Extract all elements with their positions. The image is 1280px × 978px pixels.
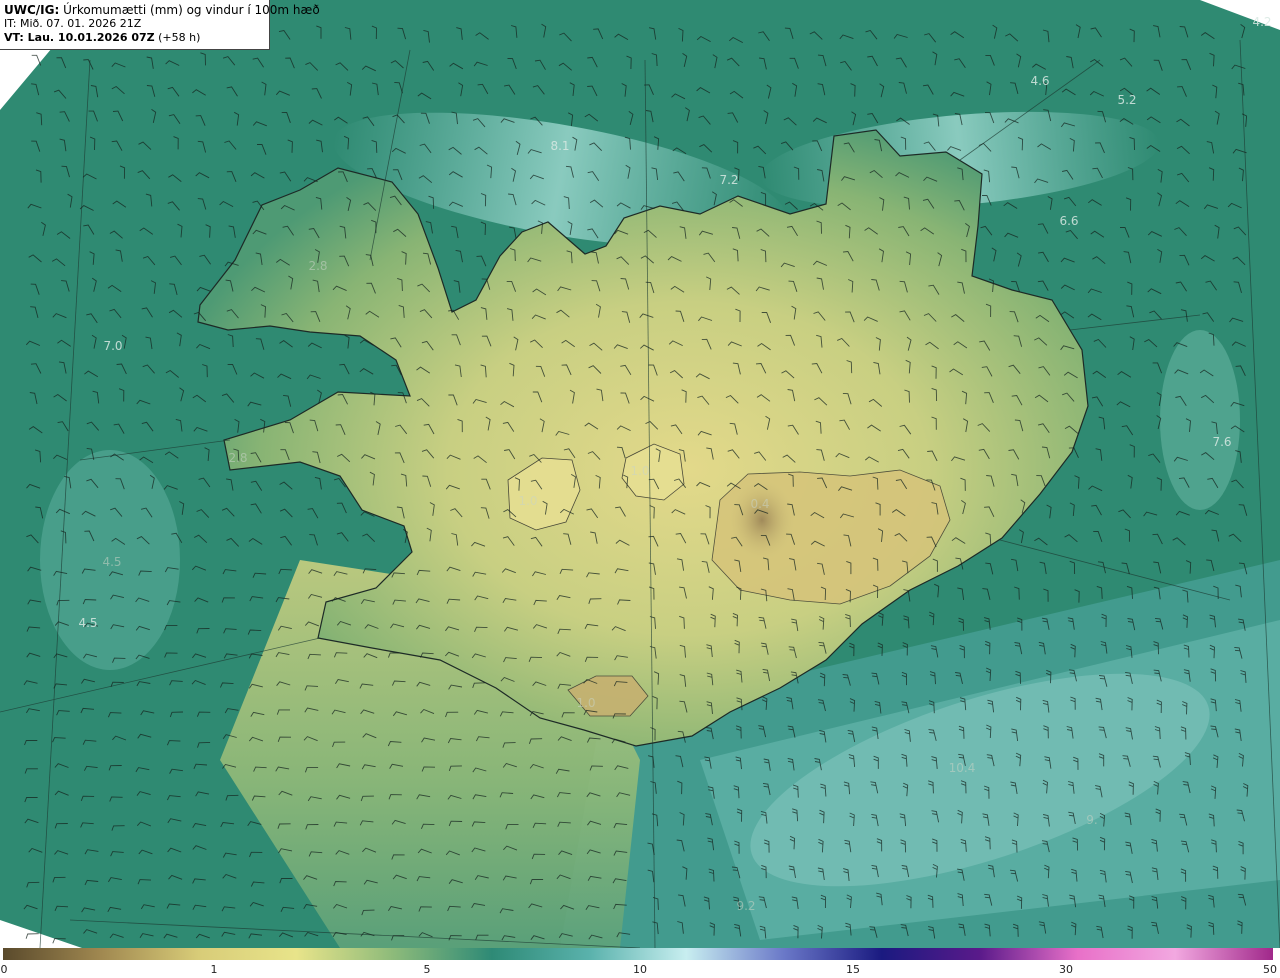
valid-time-line: VT: Lau. 10.01.2026 07Z (+58 h) bbox=[4, 31, 265, 45]
valid-time: VT: Lau. 10.01.2026 07Z bbox=[4, 31, 155, 44]
value-label: 4.5 bbox=[78, 616, 98, 630]
value-label: 2.8 bbox=[308, 259, 328, 273]
value-label: 9. bbox=[1086, 813, 1098, 827]
value-label: 4.6 bbox=[1030, 74, 1050, 88]
value-label: 7.6 bbox=[1212, 435, 1232, 449]
value-label: 1.0 bbox=[518, 494, 538, 508]
title-box: UWC/IG: Úrkomumætti (mm) og vindur í 100… bbox=[0, 0, 320, 50]
colorbar-tick: 1 bbox=[210, 963, 218, 976]
colorbar: 0 1 5 10 15 30 50 bbox=[0, 948, 1280, 978]
value-label: 0.4 bbox=[750, 497, 770, 511]
colorbar-tick: 10 bbox=[633, 963, 647, 976]
lead-time: (+58 h) bbox=[158, 31, 201, 44]
value-label: 1.0 bbox=[630, 464, 650, 478]
colorbar-tick: 15 bbox=[846, 963, 860, 976]
colorbar-tick: 5 bbox=[423, 963, 431, 976]
value-label: 10.4 bbox=[948, 761, 976, 775]
issue-time: IT: Mið. 07. 01. 2026 21Z bbox=[4, 17, 142, 30]
value-label: 1.0 bbox=[576, 696, 596, 710]
field-name: Úrkomumætti (mm) og vindur í 100m hæð bbox=[63, 3, 320, 17]
value-label: 5.2 bbox=[1117, 93, 1137, 107]
colorbar-tick: 0 bbox=[0, 963, 8, 976]
value-label: 4.2 bbox=[1252, 15, 1272, 29]
value-label: 4.5 bbox=[102, 555, 122, 569]
value-label: 6.6 bbox=[1059, 214, 1079, 228]
value-label: 9.2 bbox=[736, 899, 756, 913]
model-name: UWC/IG: bbox=[4, 3, 60, 17]
value-label: 7.0 bbox=[103, 339, 123, 353]
colorbar-tick: 30 bbox=[1059, 963, 1073, 976]
value-label: 8.1 bbox=[550, 139, 570, 153]
colorbar-strip bbox=[3, 948, 1273, 960]
value-label: 7.2 bbox=[719, 173, 739, 187]
colorbar-tick: 50 bbox=[1263, 963, 1277, 976]
value-label: 2.8 bbox=[228, 451, 248, 465]
title-line-1: UWC/IG: Úrkomumætti (mm) og vindur í 100… bbox=[4, 3, 320, 17]
